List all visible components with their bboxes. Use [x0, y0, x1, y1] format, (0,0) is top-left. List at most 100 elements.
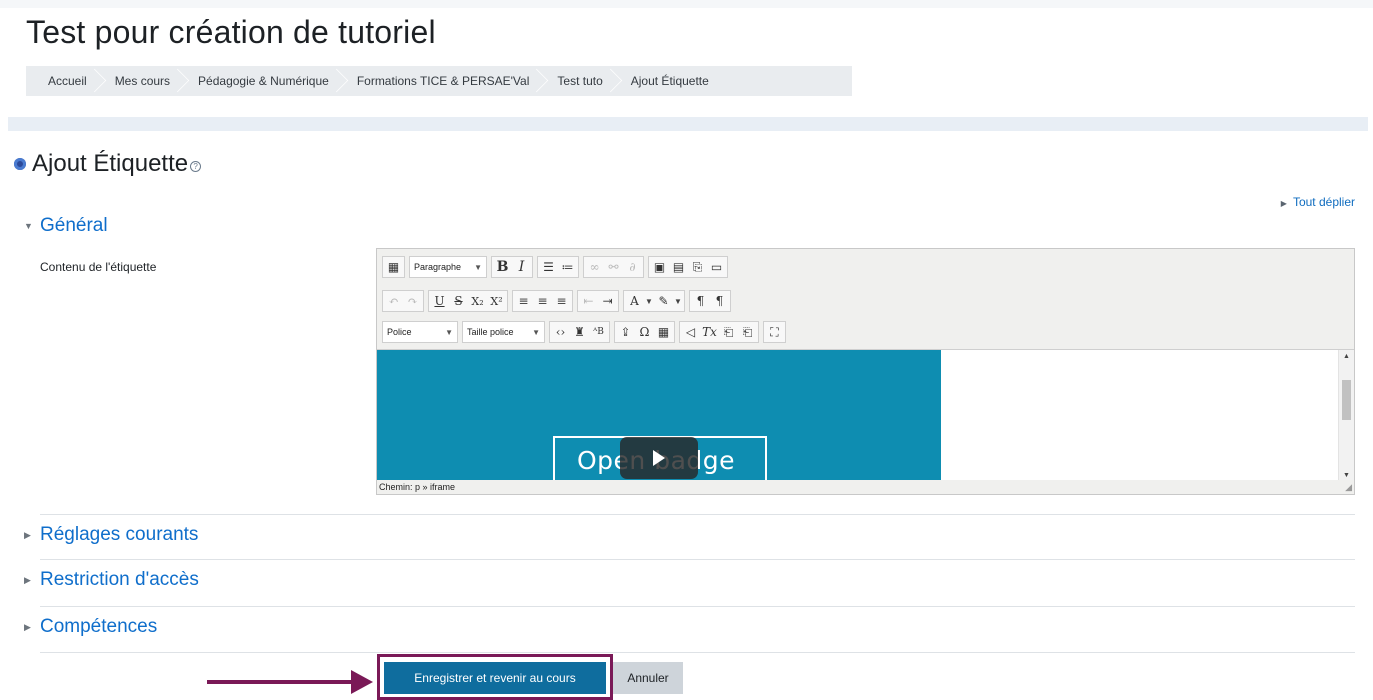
italic-icon[interactable]: I	[512, 258, 531, 277]
rtl-icon[interactable]: ¶	[710, 292, 729, 311]
expand-all-label: Tout déplier	[1292, 195, 1355, 209]
divider	[40, 652, 1355, 653]
autolink-icon[interactable]: ∂	[623, 258, 642, 277]
remove-format-icon[interactable]: Tx	[700, 323, 719, 342]
play-icon	[653, 450, 665, 466]
format-select[interactable]: Paragraphe ▼	[409, 256, 487, 278]
ltr-icon[interactable]: ¶	[691, 292, 710, 311]
paste-text-icon[interactable]: ⎗	[719, 323, 738, 342]
underline-icon[interactable]: U	[430, 292, 449, 311]
bold-icon[interactable]: B	[493, 258, 512, 277]
font-size-select-value: Taille police	[467, 327, 514, 337]
chevron-down-icon[interactable]: ▼	[673, 297, 683, 306]
text-color-icon[interactable]: A	[625, 292, 644, 311]
breadcrumb: Accueil Mes cours Pédagogie & Numérique …	[26, 66, 852, 96]
section-reglages-toggle[interactable]: ▶ Réglages courants	[24, 524, 198, 546]
chevron-down-icon: ▼	[445, 327, 453, 337]
cancel-button[interactable]: Annuler	[613, 662, 683, 694]
background-color-icon[interactable]: ✎	[654, 292, 673, 311]
bookmark-icon[interactable]: ▭	[707, 258, 726, 277]
field-label: Contenu de l'étiquette	[40, 260, 157, 274]
paste-word-icon[interactable]: ⎗	[738, 323, 757, 342]
heading-text: Ajout Étiquette	[32, 150, 189, 177]
subscript-icon[interactable]: X₂	[468, 292, 487, 311]
section-restriction-label: Restriction d'accès	[40, 569, 199, 590]
image-icon[interactable]: ▣	[650, 258, 669, 277]
clear-format-icon[interactable]: ◁	[681, 323, 700, 342]
font-size-select[interactable]: Taille police ▼	[462, 321, 545, 343]
page-title: Test pour création de tutoriel	[26, 14, 436, 50]
redo-icon[interactable]: ↷	[403, 292, 422, 311]
section-competences-label: Compétences	[40, 616, 158, 637]
section-general-toggle[interactable]: ▼ Général	[24, 215, 108, 237]
section-general-label: Général	[40, 215, 108, 236]
chevron-right-icon: ▶	[24, 621, 31, 632]
breadcrumb-item-accueil[interactable]: Accueil	[34, 66, 101, 96]
activity-icon	[14, 158, 26, 170]
help-icon[interactable]: ?	[190, 160, 202, 172]
annotation-arrow-head	[351, 670, 373, 694]
scroll-down-icon[interactable]: ▼	[1343, 472, 1350, 479]
breadcrumb-item-test-tuto[interactable]: Test tuto	[543, 66, 616, 96]
manage-files-icon[interactable]: ⎘	[688, 258, 707, 277]
breadcrumb-item-pedagogie[interactable]: Pédagogie & Numérique	[184, 66, 343, 96]
caret-right-icon: ▶	[1280, 199, 1287, 208]
scroll-up-icon[interactable]: ▲	[1343, 353, 1350, 360]
chevron-down-icon: ▼	[532, 327, 540, 337]
header-divider	[8, 117, 1368, 131]
editor-scrollbar[interactable]: ▲ ▼	[1338, 350, 1354, 481]
media-icon[interactable]: ▤	[669, 258, 688, 277]
breadcrumb-item-current: Ajout Étiquette	[630, 74, 709, 88]
expand-all-link[interactable]: ▶ Tout déplier	[1281, 195, 1355, 209]
align-center-icon[interactable]: ≡	[533, 292, 552, 311]
toolbar-row-2: ↶ ↷ U S X₂ X² ≡ ≡ ≡ ⇤ ⇥ A ▼ ✎ ▼ ¶ ¶	[382, 289, 735, 313]
search-replace-icon[interactable]: ♜	[570, 323, 589, 342]
divider	[40, 514, 1355, 515]
editor-path: Chemin: p » iframe	[377, 480, 1354, 494]
divider	[40, 559, 1355, 560]
special-char-icon[interactable]: Ω	[635, 323, 654, 342]
embedded-video[interactable]: Open badge	[377, 350, 941, 481]
chevron-down-icon: ▼	[474, 262, 482, 272]
section-restriction-toggle[interactable]: ▶ Restriction d'accès	[24, 569, 199, 591]
activity-heading: Ajout Étiquette ?	[14, 150, 202, 178]
section-competences-toggle[interactable]: ▶ Compétences	[24, 616, 157, 638]
chevron-right-icon: ▶	[24, 529, 31, 540]
superscript-icon[interactable]: X²	[487, 292, 506, 311]
breadcrumb-item-formations[interactable]: Formations TICE & PERSAE'Val	[343, 66, 544, 96]
numbered-list-icon[interactable]: ≔	[558, 258, 577, 277]
fullscreen-icon[interactable]: ⛶	[765, 323, 784, 342]
rich-text-editor: ▦ Paragraphe ▼ B I ☰ ≔ ∞ ⚯ ∂ ▣ ▤ ⎘ ▭ ↶ ↷	[376, 248, 1355, 495]
upload-icon[interactable]: ⇪	[616, 323, 635, 342]
font-select[interactable]: Police ▼	[382, 321, 458, 343]
section-reglages-label: Réglages courants	[40, 524, 199, 545]
bullet-list-icon[interactable]: ☰	[539, 258, 558, 277]
spellcheck-icon[interactable]: ᴬB	[589, 323, 608, 342]
scroll-thumb[interactable]	[1342, 380, 1351, 420]
annotation-arrow	[207, 680, 357, 684]
outdent-icon[interactable]: ⇤	[579, 292, 598, 311]
toolbar-toggle-icon[interactable]: ▦	[384, 258, 403, 277]
chevron-right-icon: ▶	[24, 574, 31, 585]
strikethrough-icon[interactable]: S	[449, 292, 468, 311]
toolbar-row-1: ▦ Paragraphe ▼ B I ☰ ≔ ∞ ⚯ ∂ ▣ ▤ ⎘ ▭	[382, 255, 732, 279]
link-icon[interactable]: ∞	[585, 258, 604, 277]
top-band	[0, 0, 1373, 8]
divider	[40, 606, 1355, 607]
play-button[interactable]	[620, 437, 698, 479]
font-select-value: Police	[387, 327, 412, 337]
editor-content-area[interactable]: Open badge ▲ ▼	[377, 349, 1354, 481]
format-select-value: Paragraphe	[414, 262, 462, 272]
table-icon[interactable]: ▦	[654, 323, 673, 342]
align-right-icon[interactable]: ≡	[552, 292, 571, 311]
unlink-icon[interactable]: ⚯	[604, 258, 623, 277]
breadcrumb-item-mes-cours[interactable]: Mes cours	[101, 66, 184, 96]
toolbar-row-3: Police ▼ Taille police ▼ ‹› ♜ ᴬB ⇪ Ω ▦ ◁ T…	[382, 320, 790, 344]
resize-handle-icon[interactable]: ◢	[1345, 482, 1352, 493]
undo-icon[interactable]: ↶	[384, 292, 403, 311]
source-code-icon[interactable]: ‹›	[551, 323, 570, 342]
save-and-return-button[interactable]: Enregistrer et revenir au cours	[384, 662, 606, 694]
indent-icon[interactable]: ⇥	[598, 292, 617, 311]
align-left-icon[interactable]: ≡	[514, 292, 533, 311]
chevron-down-icon[interactable]: ▼	[644, 297, 654, 306]
